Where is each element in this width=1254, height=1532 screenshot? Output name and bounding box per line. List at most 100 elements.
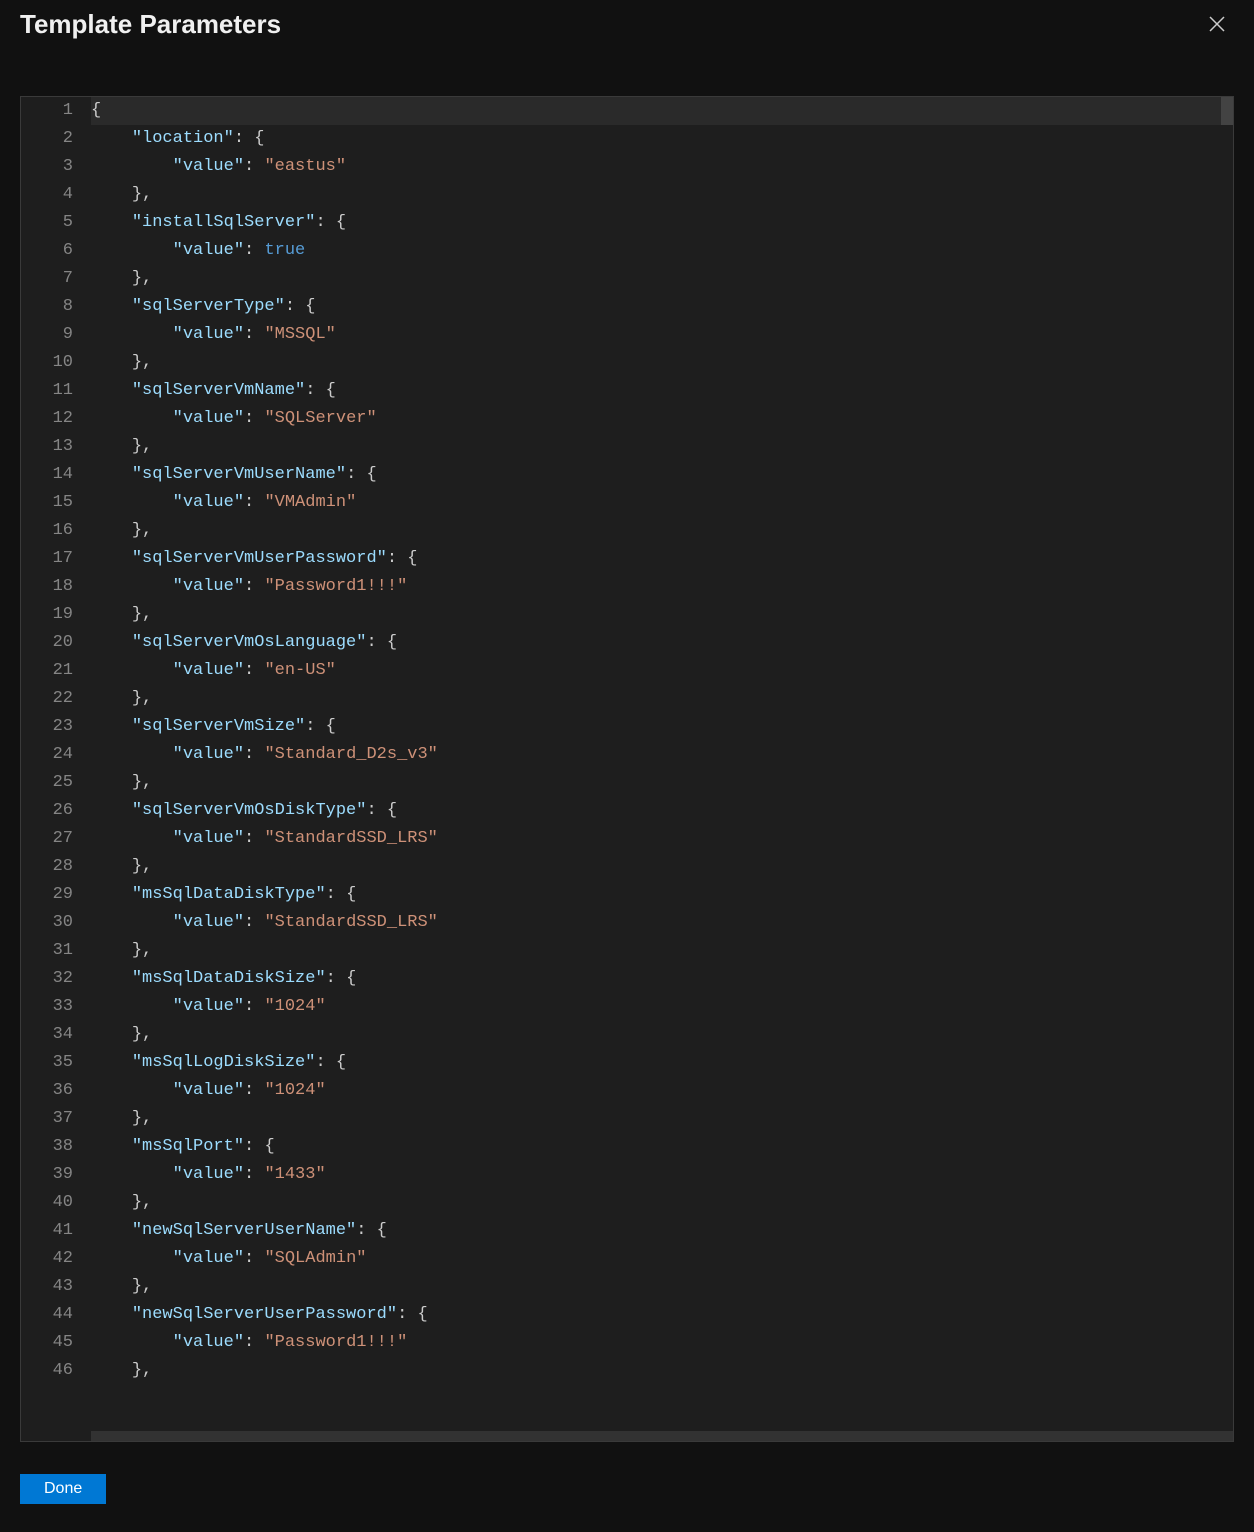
code-line[interactable]: 37 },: [21, 1105, 1233, 1133]
line-content[interactable]: {: [91, 97, 1233, 125]
code-line[interactable]: 17 "sqlServerVmUserPassword": {: [21, 545, 1233, 573]
code-line[interactable]: 19 },: [21, 601, 1233, 629]
line-content[interactable]: "value": true: [91, 237, 1233, 265]
line-content[interactable]: "value": "SQLAdmin": [91, 1245, 1233, 1273]
line-content[interactable]: "msSqlDataDiskSize": {: [91, 965, 1233, 993]
line-content[interactable]: "msSqlLogDiskSize": {: [91, 1049, 1233, 1077]
line-content[interactable]: },: [91, 853, 1233, 881]
code-line[interactable]: 9 "value": "MSSQL": [21, 321, 1233, 349]
code-line[interactable]: 18 "value": "Password1!!!": [21, 573, 1233, 601]
code-line[interactable]: 30 "value": "StandardSSD_LRS": [21, 909, 1233, 937]
line-content[interactable]: "value": "Password1!!!": [91, 573, 1233, 601]
code-line[interactable]: 20 "sqlServerVmOsLanguage": {: [21, 629, 1233, 657]
line-content[interactable]: "sqlServerVmSize": {: [91, 713, 1233, 741]
done-button[interactable]: Done: [20, 1474, 106, 1504]
code-body[interactable]: 1{2 "location": {3 "value": "eastus"4 },…: [21, 97, 1233, 1385]
line-content[interactable]: "value": "MSSQL": [91, 321, 1233, 349]
line-content[interactable]: },: [91, 769, 1233, 797]
code-line[interactable]: 12 "value": "SQLServer": [21, 405, 1233, 433]
close-button[interactable]: [1200, 11, 1234, 37]
code-line[interactable]: 14 "sqlServerVmUserName": {: [21, 461, 1233, 489]
code-line[interactable]: 4 },: [21, 181, 1233, 209]
line-content[interactable]: "value": "Password1!!!": [91, 1329, 1233, 1357]
code-line[interactable]: 16 },: [21, 517, 1233, 545]
line-content[interactable]: "sqlServerVmOsLanguage": {: [91, 629, 1233, 657]
line-content[interactable]: "location": {: [91, 125, 1233, 153]
code-line[interactable]: 3 "value": "eastus": [21, 153, 1233, 181]
code-line[interactable]: 27 "value": "StandardSSD_LRS": [21, 825, 1233, 853]
code-line[interactable]: 44 "newSqlServerUserPassword": {: [21, 1301, 1233, 1329]
line-content[interactable]: },: [91, 1105, 1233, 1133]
line-content[interactable]: },: [91, 265, 1233, 293]
line-content[interactable]: "value": "StandardSSD_LRS": [91, 825, 1233, 853]
code-line[interactable]: 15 "value": "VMAdmin": [21, 489, 1233, 517]
horizontal-scrollbar[interactable]: [91, 1431, 1233, 1441]
code-line[interactable]: 46 },: [21, 1357, 1233, 1385]
code-line[interactable]: 6 "value": true: [21, 237, 1233, 265]
code-line[interactable]: 36 "value": "1024": [21, 1077, 1233, 1105]
line-number: 5: [21, 209, 91, 237]
code-line[interactable]: 35 "msSqlLogDiskSize": {: [21, 1049, 1233, 1077]
line-content[interactable]: "value": "1433": [91, 1161, 1233, 1189]
code-line[interactable]: 33 "value": "1024": [21, 993, 1233, 1021]
line-number: 4: [21, 181, 91, 209]
code-line[interactable]: 24 "value": "Standard_D2s_v3": [21, 741, 1233, 769]
code-line[interactable]: 41 "newSqlServerUserName": {: [21, 1217, 1233, 1245]
code-line[interactable]: 13 },: [21, 433, 1233, 461]
line-content[interactable]: "value": "1024": [91, 1077, 1233, 1105]
line-content[interactable]: "value": "en-US": [91, 657, 1233, 685]
code-line[interactable]: 38 "msSqlPort": {: [21, 1133, 1233, 1161]
panel-header: Template Parameters: [0, 0, 1254, 48]
line-content[interactable]: },: [91, 1021, 1233, 1049]
line-content[interactable]: },: [91, 685, 1233, 713]
line-content[interactable]: },: [91, 181, 1233, 209]
line-content[interactable]: "msSqlDataDiskType": {: [91, 881, 1233, 909]
code-line[interactable]: 28 },: [21, 853, 1233, 881]
code-line[interactable]: 22 },: [21, 685, 1233, 713]
code-line[interactable]: 21 "value": "en-US": [21, 657, 1233, 685]
code-line[interactable]: 5 "installSqlServer": {: [21, 209, 1233, 237]
line-content[interactable]: "value": "StandardSSD_LRS": [91, 909, 1233, 937]
line-content[interactable]: },: [91, 433, 1233, 461]
line-content[interactable]: "value": "eastus": [91, 153, 1233, 181]
line-content[interactable]: "value": "Standard_D2s_v3": [91, 741, 1233, 769]
line-content[interactable]: },: [91, 1189, 1233, 1217]
line-content[interactable]: "sqlServerType": {: [91, 293, 1233, 321]
code-line[interactable]: 10 },: [21, 349, 1233, 377]
code-line[interactable]: 7 },: [21, 265, 1233, 293]
code-editor[interactable]: 1{2 "location": {3 "value": "eastus"4 },…: [20, 96, 1234, 1442]
code-line[interactable]: 40 },: [21, 1189, 1233, 1217]
code-line[interactable]: 34 },: [21, 1021, 1233, 1049]
line-content[interactable]: "sqlServerVmName": {: [91, 377, 1233, 405]
line-content[interactable]: "value": "VMAdmin": [91, 489, 1233, 517]
code-line[interactable]: 1{: [21, 97, 1233, 125]
code-line[interactable]: 43 },: [21, 1273, 1233, 1301]
code-line[interactable]: 25 },: [21, 769, 1233, 797]
code-line[interactable]: 26 "sqlServerVmOsDiskType": {: [21, 797, 1233, 825]
line-content[interactable]: },: [91, 517, 1233, 545]
line-content[interactable]: "value": "1024": [91, 993, 1233, 1021]
code-line[interactable]: 45 "value": "Password1!!!": [21, 1329, 1233, 1357]
line-content[interactable]: "sqlServerVmUserPassword": {: [91, 545, 1233, 573]
line-content[interactable]: "sqlServerVmUserName": {: [91, 461, 1233, 489]
code-line[interactable]: 39 "value": "1433": [21, 1161, 1233, 1189]
line-content[interactable]: },: [91, 349, 1233, 377]
code-line[interactable]: 32 "msSqlDataDiskSize": {: [21, 965, 1233, 993]
line-content[interactable]: "sqlServerVmOsDiskType": {: [91, 797, 1233, 825]
line-content[interactable]: },: [91, 1357, 1233, 1385]
line-content[interactable]: "msSqlPort": {: [91, 1133, 1233, 1161]
line-content[interactable]: "newSqlServerUserPassword": {: [91, 1301, 1233, 1329]
line-content[interactable]: "value": "SQLServer": [91, 405, 1233, 433]
line-content[interactable]: },: [91, 1273, 1233, 1301]
code-line[interactable]: 31 },: [21, 937, 1233, 965]
line-content[interactable]: "newSqlServerUserName": {: [91, 1217, 1233, 1245]
code-line[interactable]: 2 "location": {: [21, 125, 1233, 153]
code-line[interactable]: 8 "sqlServerType": {: [21, 293, 1233, 321]
line-content[interactable]: },: [91, 937, 1233, 965]
code-line[interactable]: 42 "value": "SQLAdmin": [21, 1245, 1233, 1273]
line-content[interactable]: "installSqlServer": {: [91, 209, 1233, 237]
code-line[interactable]: 23 "sqlServerVmSize": {: [21, 713, 1233, 741]
code-line[interactable]: 11 "sqlServerVmName": {: [21, 377, 1233, 405]
code-line[interactable]: 29 "msSqlDataDiskType": {: [21, 881, 1233, 909]
line-content[interactable]: },: [91, 601, 1233, 629]
